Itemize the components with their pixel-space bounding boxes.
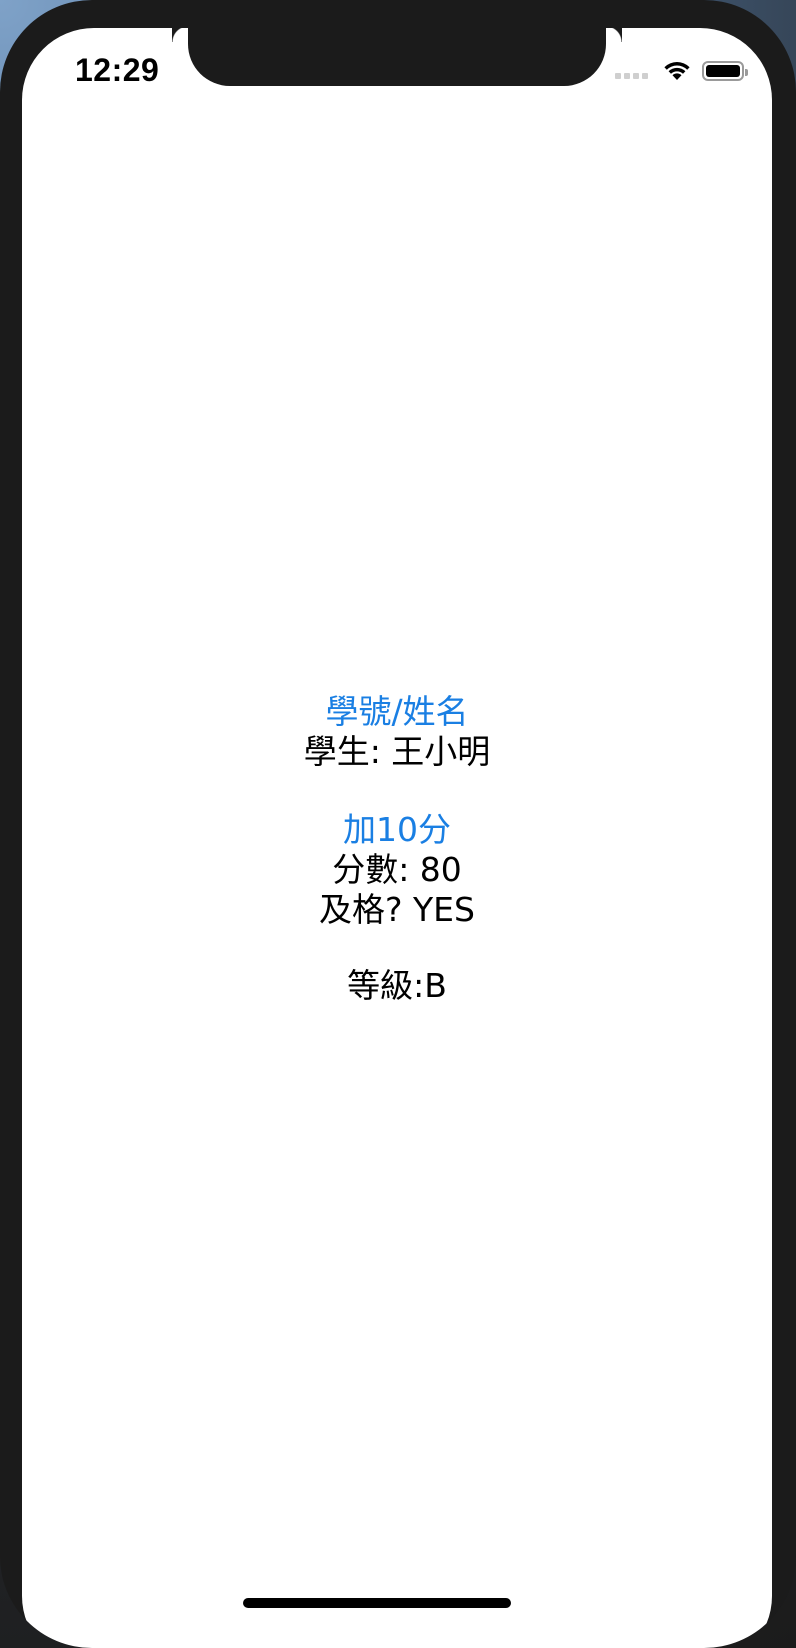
device-frame: 12:29 學號/姓名 學生: 王小明 加10分 分數: 80 及格? YES … [0, 0, 796, 1648]
pass-status-label: 及格? YES [319, 890, 475, 929]
grade-label: 等級:B [347, 966, 447, 1005]
status-bar-time: 12:29 [75, 52, 160, 88]
id-name-button[interactable]: 學號/姓名 [22, 692, 772, 732]
cellular-signal-icon [615, 63, 648, 79]
app-screen: 12:29 學號/姓名 學生: 王小明 加10分 分數: 80 及格? YES … [22, 28, 772, 1648]
status-bar-indicators [615, 58, 748, 84]
student-label: 學生: 王小明 [303, 732, 491, 771]
add-ten-points-button[interactable]: 加10分 [22, 810, 772, 850]
device-notch [188, 28, 622, 86]
home-indicator[interactable] [243, 1598, 511, 1608]
wifi-icon [662, 60, 692, 82]
score-label: 分數: 80 [332, 850, 462, 889]
battery-icon [702, 61, 748, 81]
